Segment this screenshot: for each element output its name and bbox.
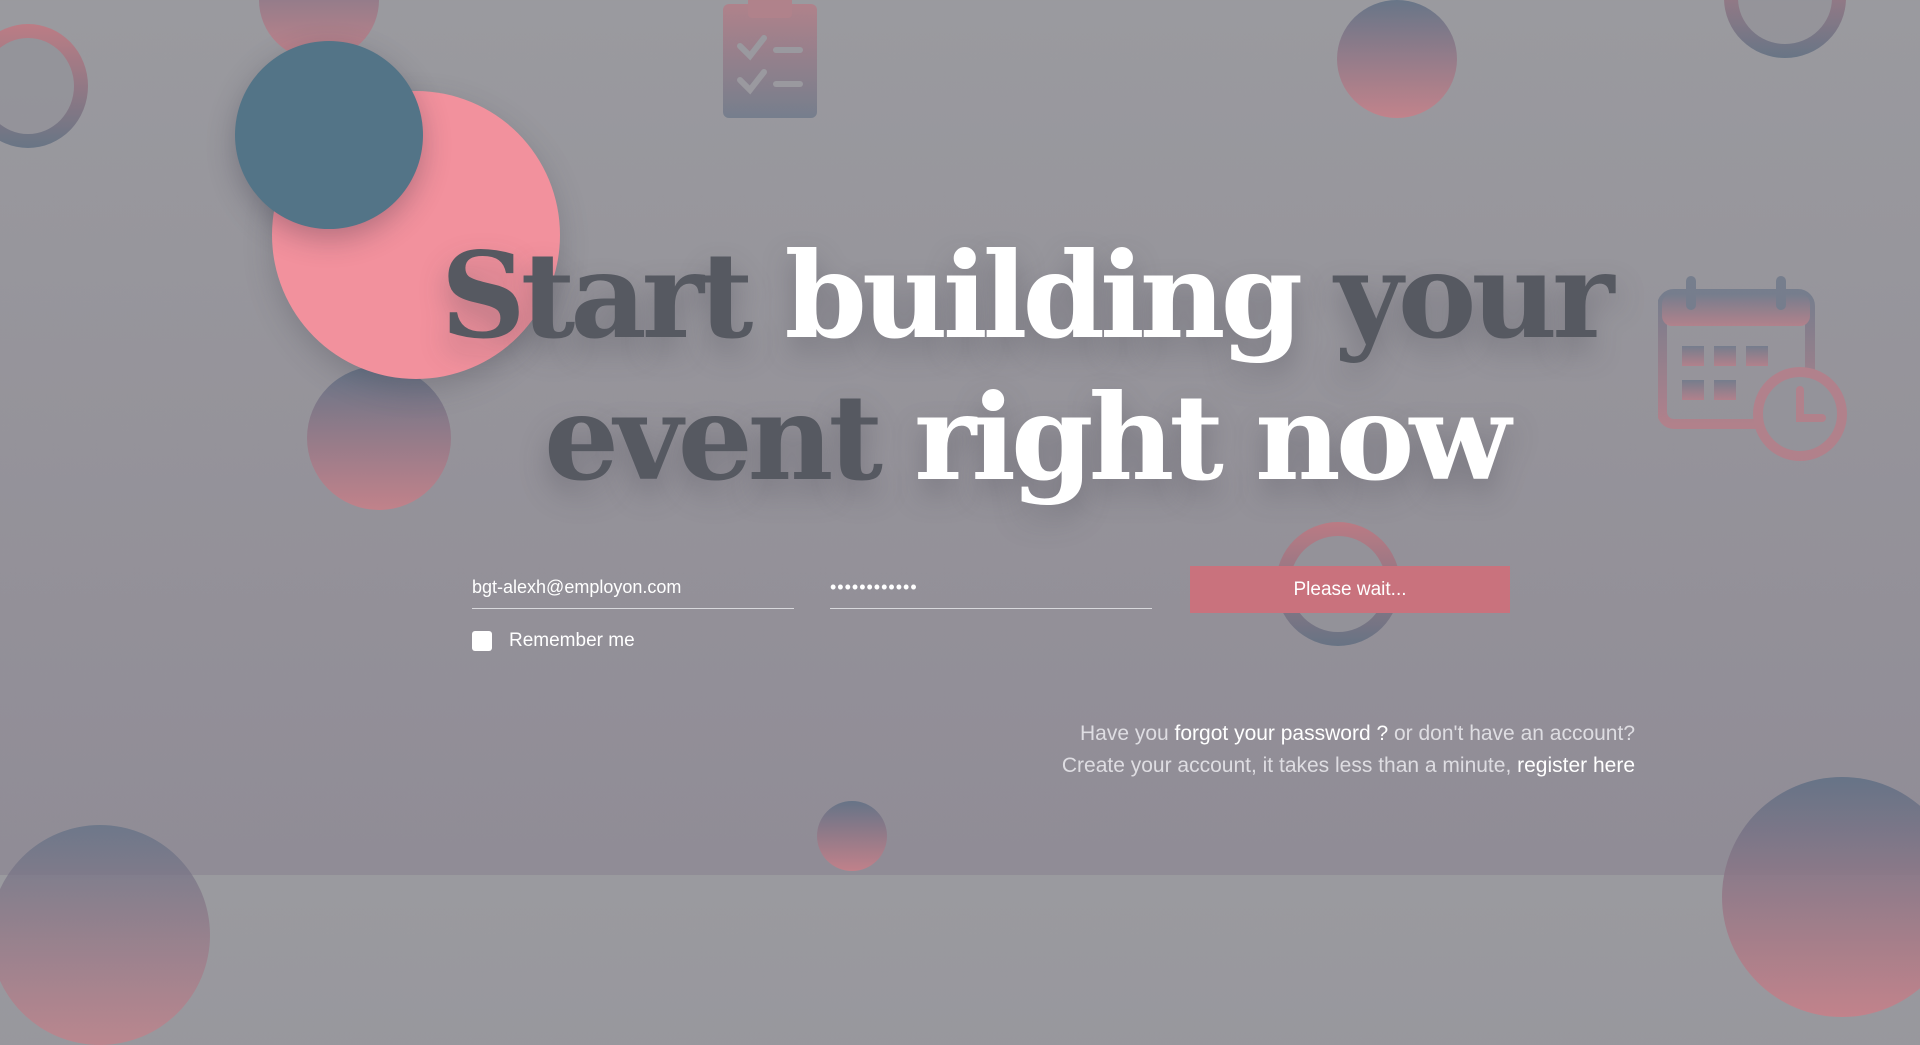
password-field[interactable] (830, 566, 1152, 609)
decor-circle (1337, 0, 1457, 118)
accent-blue-circle (235, 41, 423, 229)
headline-word: event (543, 368, 915, 507)
headline-word: your (1334, 226, 1614, 365)
login-submit-button[interactable]: Please wait... (1190, 566, 1510, 613)
help-text: Create your account, it takes less than … (1061, 754, 1518, 777)
headline-word: right now (914, 368, 1511, 507)
decor-ring (0, 24, 88, 148)
help-text: or don't have an account? (1388, 722, 1635, 745)
help-text: Have you (1079, 722, 1175, 745)
decor-circle (1722, 777, 1920, 1017)
help-line-1: Have you forgot your password ? or don't… (1062, 718, 1635, 750)
email-field[interactable] (472, 566, 794, 609)
help-line-2: Create your account, it takes less than … (1062, 750, 1635, 782)
headline-line-1: Start building your (0, 225, 1920, 367)
remember-me-label: Remember me (509, 630, 635, 651)
decor-circle (0, 825, 210, 1045)
remember-me-checkbox[interactable] (472, 631, 492, 651)
headline-word: building (784, 226, 1335, 365)
register-link[interactable]: register here (1517, 754, 1635, 777)
decor-ring (1724, 0, 1846, 58)
headline-word: Start (440, 226, 785, 365)
decor-circle (817, 801, 887, 871)
headline-line-2: event right now (0, 367, 1920, 509)
hero-headline: Start building your event right now (0, 225, 1920, 509)
remember-me[interactable]: Remember me (472, 630, 635, 652)
account-help-text: Have you forgot your password ? or don't… (1062, 718, 1635, 782)
clipboard-check-icon (720, 0, 820, 125)
forgot-password-link[interactable]: forgot your password ? (1175, 722, 1389, 745)
